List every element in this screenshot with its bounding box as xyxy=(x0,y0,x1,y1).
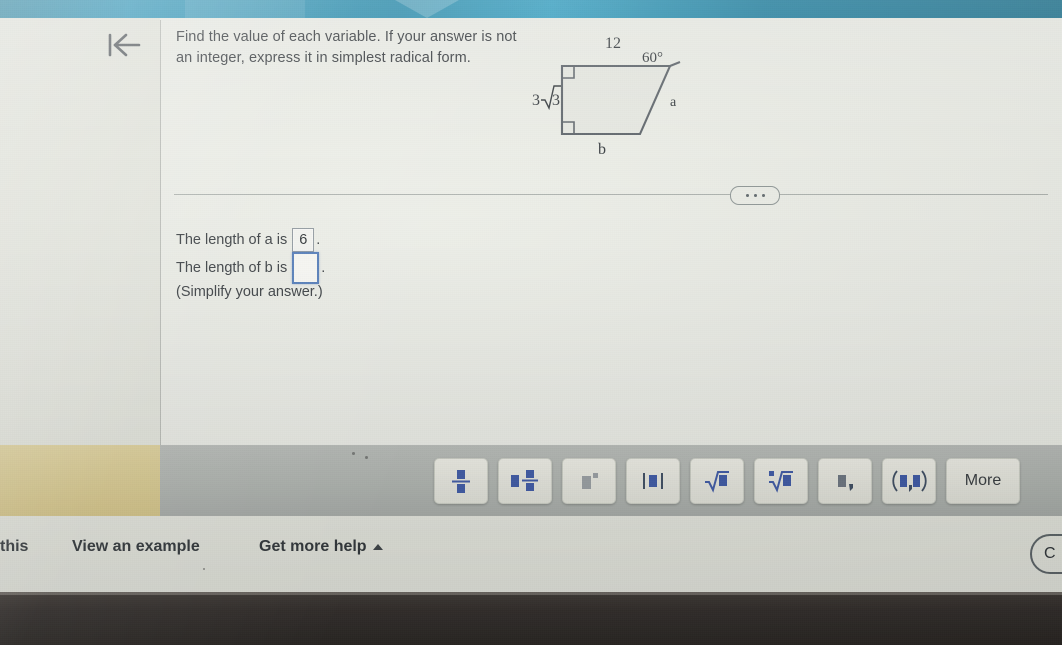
divider-line xyxy=(174,194,1048,195)
ellipsis-dot xyxy=(753,194,757,197)
question-content: Find the value of each variable. If your… xyxy=(160,18,1062,445)
answer-area: The length of a is 6 . The length of b i… xyxy=(176,226,325,300)
truncated-link[interactable]: this xyxy=(0,538,28,556)
answer-a-label: The length of a is xyxy=(176,232,288,248)
nth-root-button[interactable] xyxy=(754,457,808,504)
answer-a-period: . xyxy=(316,232,321,248)
label-left-side: 3 3 xyxy=(532,85,561,111)
back-to-start-arrow-icon[interactable] xyxy=(103,28,147,62)
square-root-icon xyxy=(705,470,729,493)
fraction-button[interactable] xyxy=(434,457,488,504)
label-bottom-side: b xyxy=(598,141,606,158)
ellipsis-dot xyxy=(745,194,749,197)
dust-speck xyxy=(352,452,355,455)
answer-b-period: . xyxy=(321,260,326,276)
prompt-line-2: an integer, express it in simplest radic… xyxy=(176,50,471,66)
dust-speck xyxy=(203,568,205,570)
monitor-bezel-edge xyxy=(0,592,1062,595)
simplify-note: (Simplify your answer.) xyxy=(176,284,323,300)
mixed-number-icon xyxy=(511,469,538,491)
comma-list-button[interactable] xyxy=(818,457,872,504)
answer-row-b: The length of b is . xyxy=(176,252,326,284)
question-prompt: Find the value of each variable. If your… xyxy=(176,27,576,69)
ordered-pair-button[interactable] xyxy=(882,457,936,504)
gutter-divider xyxy=(160,20,161,445)
answer-row-a: The length of a is 6 . xyxy=(176,226,325,254)
ellipsis-dot xyxy=(761,194,765,197)
right-trapezoid-diagram: 12 60° 3 3 b a xyxy=(530,26,730,161)
get-more-help-link[interactable]: Get more help xyxy=(259,538,383,556)
label-left-coefficient: 3 xyxy=(532,92,540,109)
corner-overshoot xyxy=(669,61,681,67)
help-bar: this View an example Get more help xyxy=(0,516,1062,595)
label-angle: 60° xyxy=(642,50,663,66)
dust-speck xyxy=(365,456,368,459)
section-divider xyxy=(160,186,1062,205)
caret-up-icon xyxy=(372,543,383,550)
ordered-pair-icon xyxy=(892,469,927,492)
label-top-side: 12 xyxy=(605,35,621,52)
clear-all-button-partial[interactable]: C xyxy=(1030,534,1062,574)
label-slant-side: a xyxy=(670,95,677,110)
more-button[interactable]: More xyxy=(946,457,1020,504)
comma-list-icon xyxy=(838,474,853,491)
get-more-help-label: Get more help xyxy=(259,538,367,555)
top-strip-highlight xyxy=(395,0,459,18)
square-root-button[interactable] xyxy=(690,457,744,504)
answer-a-input[interactable]: 6 xyxy=(292,228,315,252)
absolute-value-button[interactable] xyxy=(626,457,680,504)
answer-b-input[interactable] xyxy=(292,252,320,284)
view-an-example-link[interactable]: View an example xyxy=(72,538,200,556)
exponent-icon xyxy=(582,472,598,489)
label-left-radicand: 3 xyxy=(552,92,560,109)
mixed-number-button[interactable] xyxy=(498,457,552,504)
math-palette-toolbar: More xyxy=(160,445,1062,516)
more-options-ellipsis-button[interactable] xyxy=(730,186,780,205)
monitor-photograph: Find the value of each variable. If your… xyxy=(0,0,1062,645)
top-strip-seam xyxy=(185,0,305,18)
trapezoid-shape xyxy=(560,64,672,136)
monitor-bezel xyxy=(0,595,1062,645)
nth-root-icon xyxy=(769,470,793,493)
exponent-button[interactable] xyxy=(562,457,616,504)
fraction-icon xyxy=(452,469,470,493)
app-top-strip xyxy=(0,0,1062,18)
answer-b-label: The length of b is xyxy=(176,260,288,276)
absolute-value-icon xyxy=(643,472,663,489)
prompt-line-1: Find the value of each variable. If your… xyxy=(176,29,517,45)
left-tan-band xyxy=(0,445,160,516)
